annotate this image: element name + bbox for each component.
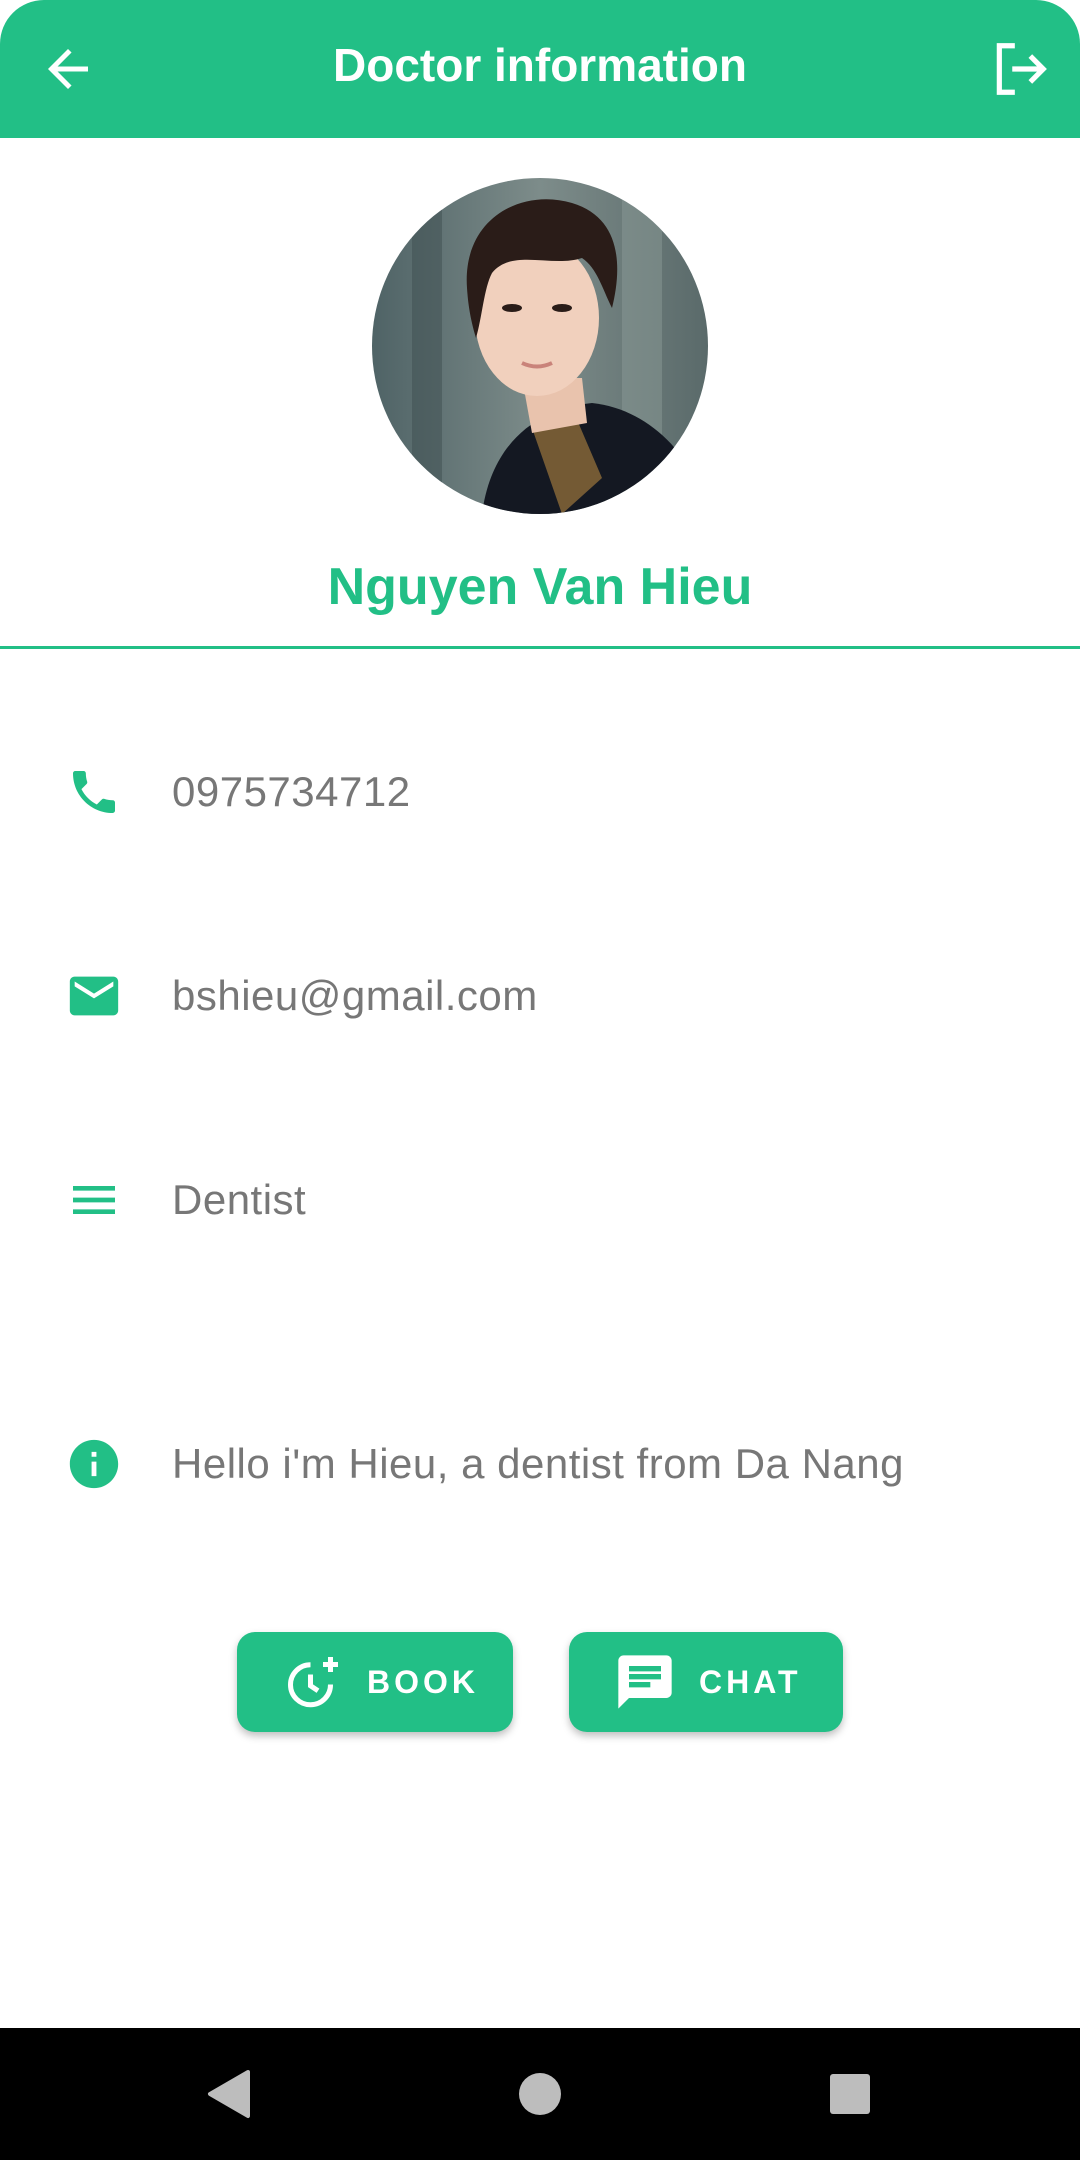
info-icon bbox=[64, 1436, 124, 1492]
phone-icon bbox=[64, 764, 124, 820]
square-recents-icon bbox=[830, 2074, 870, 2114]
specialty-text: Dentist bbox=[172, 1176, 307, 1223]
system-nav-bar bbox=[0, 2028, 1080, 2160]
page-title: Doctor information bbox=[333, 39, 747, 91]
doctor-portrait bbox=[372, 178, 708, 514]
nav-recents-button[interactable] bbox=[810, 2054, 890, 2134]
logout-button[interactable] bbox=[980, 29, 1060, 109]
phone-row: 0975734712 bbox=[0, 752, 1080, 832]
phone-number: 0975734712 bbox=[172, 768, 411, 815]
email-icon bbox=[64, 968, 124, 1024]
about-text: Hello i'm Hieu, a dentist from Da Nang bbox=[172, 1440, 904, 1487]
chat-button[interactable]: CHAT bbox=[569, 1632, 843, 1732]
menu-lines-icon bbox=[64, 1172, 124, 1228]
triangle-back-icon bbox=[208, 2070, 250, 2118]
doctor-name: Nguyen Van Hieu bbox=[327, 558, 753, 616]
app-bar: Doctor information bbox=[0, 0, 1080, 138]
avatar bbox=[372, 178, 708, 514]
about-row: Hello i'm Hieu, a dentist from Da Nang bbox=[0, 1424, 1080, 1504]
nav-home-button[interactable] bbox=[500, 2054, 580, 2134]
email-address: bshieu@gmail.com bbox=[172, 972, 538, 1019]
chat-icon bbox=[613, 1650, 677, 1714]
divider bbox=[0, 646, 1080, 649]
logout-icon bbox=[996, 43, 1047, 95]
circle-home-icon bbox=[519, 2073, 561, 2115]
book-label: BOOK bbox=[367, 1663, 479, 1700]
book-button[interactable]: BOOK bbox=[237, 1632, 513, 1732]
email-row: bshieu@gmail.com bbox=[0, 956, 1080, 1036]
clock-add-icon bbox=[281, 1650, 345, 1714]
specialty-row: Dentist bbox=[0, 1160, 1080, 1240]
chat-label: CHAT bbox=[699, 1663, 802, 1700]
doctor-info-screen: Doctor information Nguyen Van Hieu 09757… bbox=[0, 0, 1080, 2160]
nav-back-button[interactable] bbox=[188, 2054, 268, 2134]
